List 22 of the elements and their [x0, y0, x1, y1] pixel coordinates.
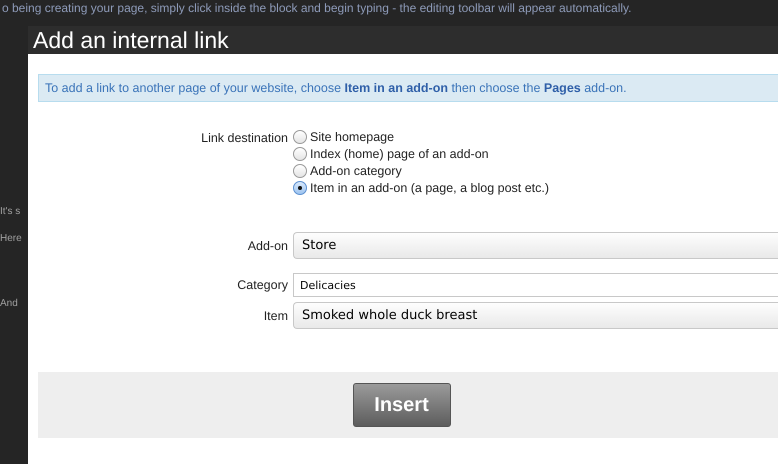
background-text: It's s — [0, 206, 22, 217]
dialog-title: Add an internal link — [33, 26, 229, 54]
radio-button[interactable] — [293, 180, 307, 194]
radio-option[interactable]: Item in an add-on (a page, a blog post etc.) — [293, 179, 550, 196]
field-label: Add-on — [246, 238, 289, 252]
dropdown[interactable]: Smoked whole duck breast — [293, 302, 778, 329]
field-label: Category — [236, 278, 289, 292]
background-text: And — [0, 298, 19, 309]
radio-option[interactable]: Add-on category — [293, 162, 550, 179]
background-text: Here — [0, 233, 23, 244]
info-message: To add a link to another page of your website, choose Item in an add-on then choose the Pages add-on. — [38, 74, 778, 102]
input-field[interactable]: Delicacies — [293, 273, 778, 297]
field-label: Item — [262, 308, 289, 322]
dropdown[interactable]: Store — [293, 232, 778, 259]
background-text: o being creating your page, simply click inside the block and begin typing - the editing toolbar will appear automatically. — [1, 0, 632, 17]
radio-option[interactable]: Site homepage — [293, 128, 550, 145]
radio-button[interactable] — [293, 130, 307, 144]
radio-button[interactable] — [293, 164, 307, 178]
radio-button[interactable] — [293, 146, 307, 160]
field-label: Link destination — [200, 131, 289, 145]
radio-option[interactable]: Index (home) page of an add-on — [293, 145, 550, 162]
insert-button[interactable]: Insert — [352, 383, 450, 427]
